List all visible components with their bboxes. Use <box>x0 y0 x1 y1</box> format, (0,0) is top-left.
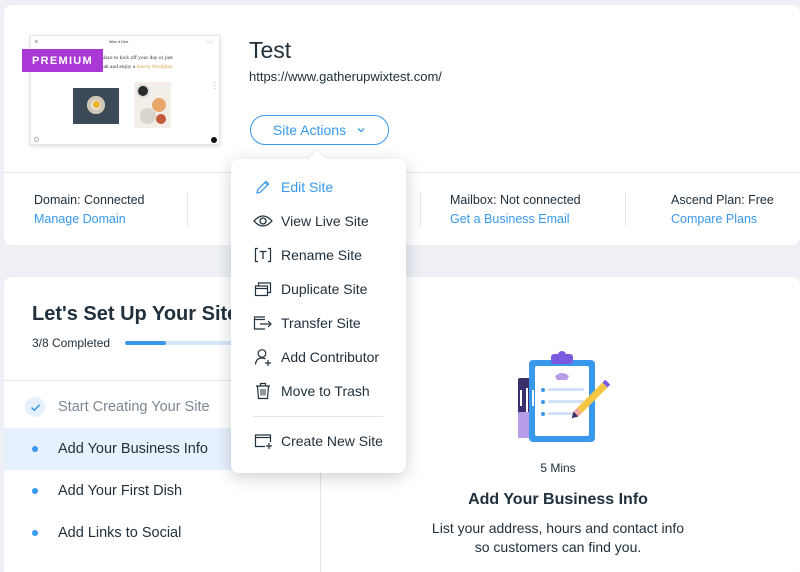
step-bullet-icon <box>32 446 38 452</box>
add-user-icon <box>253 347 273 367</box>
thumbnail-image-breakfast <box>134 82 171 128</box>
menu-item-label: Create New Site <box>281 433 383 449</box>
step-label: Add Links to Social <box>58 525 182 541</box>
menu-item-label: Add Contributor <box>281 349 380 365</box>
site-actions-menu: Edit Site View Live Site Rename Site Dup… <box>231 159 406 473</box>
step-first-dish[interactable]: Add Your First Dish <box>4 470 320 512</box>
new-site-icon <box>253 431 273 451</box>
menu-item-label: Duplicate Site <box>281 281 368 297</box>
thumbnail-headline-1: place to kick off your day or just <box>101 55 173 61</box>
step-links-social[interactable]: Add Links to Social <box>4 512 320 554</box>
transfer-icon <box>253 313 273 333</box>
thumbnail-menu-icon: ≡ <box>35 39 38 45</box>
clipboard-icon <box>518 351 611 442</box>
duplicate-icon <box>253 279 273 299</box>
menu-item-label: Move to Trash <box>281 383 370 399</box>
thumbnail-headline-2: eak and enjoy a hearty breakfast <box>101 64 173 70</box>
chevron-down-icon <box>357 128 365 133</box>
menu-item-label: Transfer Site <box>281 315 361 331</box>
thumbnail-dots-icon: · · · <box>214 80 216 92</box>
mailbox-stat: Mailbox: Not connected Get a Business Em… <box>450 193 581 226</box>
get-business-email-link[interactable]: Get a Business Email <box>450 212 581 226</box>
domain-status: Domain: Connected <box>34 193 145 207</box>
progress-fill <box>125 341 167 345</box>
progress-bar <box>125 341 235 345</box>
menu-item-label: Rename Site <box>281 247 362 263</box>
domain-stat: Domain: Connected Manage Domain <box>34 193 144 226</box>
site-actions-label: Site Actions <box>272 122 347 138</box>
menu-item-view-live-site[interactable]: View Live Site <box>231 204 406 238</box>
progress-text: 3/8 Completed <box>32 336 111 350</box>
menu-item-transfer-site[interactable]: Transfer Site <box>231 306 406 340</box>
menu-item-duplicate-site[interactable]: Duplicate Site <box>231 272 406 306</box>
thumbnail-cart-icon: ▢ ▢ <box>206 40 213 44</box>
manage-domain-link[interactable]: Manage Domain <box>34 212 144 226</box>
menu-item-create-new-site[interactable]: Create New Site <box>231 424 406 458</box>
pencil-icon <box>253 177 273 197</box>
site-url[interactable]: https://www.gatherupwixtest.com/ <box>249 69 442 84</box>
step-bullet-icon <box>32 488 38 494</box>
rename-text-icon <box>253 245 273 265</box>
duration-label: 5 Mins <box>540 461 576 475</box>
site-name: Test <box>249 37 292 63</box>
menu-item-rename-site[interactable]: Rename Site <box>231 238 406 272</box>
premium-badge: PREMIUM <box>22 49 103 72</box>
stat-divider <box>625 192 626 226</box>
menu-item-label: Edit Site <box>281 179 334 195</box>
compare-plans-link[interactable]: Compare Plans <box>671 212 774 226</box>
mailbox-status: Mailbox: Not connected <box>450 193 581 207</box>
thumbnail-image-plate <box>73 88 119 124</box>
menu-divider <box>253 416 383 417</box>
eye-icon <box>253 211 273 231</box>
step-bullet-icon <box>32 530 38 536</box>
setup-title: Let's Set Up Your Site <box>32 303 239 325</box>
trash-icon <box>253 381 273 401</box>
step-label: Add Your Business Info <box>58 441 208 457</box>
check-icon <box>25 397 45 417</box>
stat-divider <box>420 192 421 226</box>
detail-title: Add Your Business Info <box>468 491 648 508</box>
step-label: Add Your First Dish <box>58 483 183 499</box>
menu-item-move-to-trash[interactable]: Move to Trash <box>231 374 406 408</box>
plan-status: Ascend Plan: Free <box>671 193 774 207</box>
detail-description: List your address, hours and contact inf… <box>431 520 685 555</box>
plan-stat: Ascend Plan: Free Compare Plans <box>671 193 774 226</box>
menu-item-add-contributor[interactable]: Add Contributor <box>231 340 406 374</box>
site-actions-button[interactable]: Site Actions <box>250 115 389 145</box>
menu-item-edit-site[interactable]: Edit Site <box>231 170 406 204</box>
thumbnail-brand: Wine & Dine <box>109 40 129 44</box>
stat-divider <box>187 192 188 226</box>
thumbnail-circle-icon <box>34 137 39 142</box>
step-label: Start Creating Your Site <box>58 399 210 415</box>
thumbnail-chat-icon <box>211 137 217 143</box>
menu-item-label: View Live Site <box>281 213 369 229</box>
